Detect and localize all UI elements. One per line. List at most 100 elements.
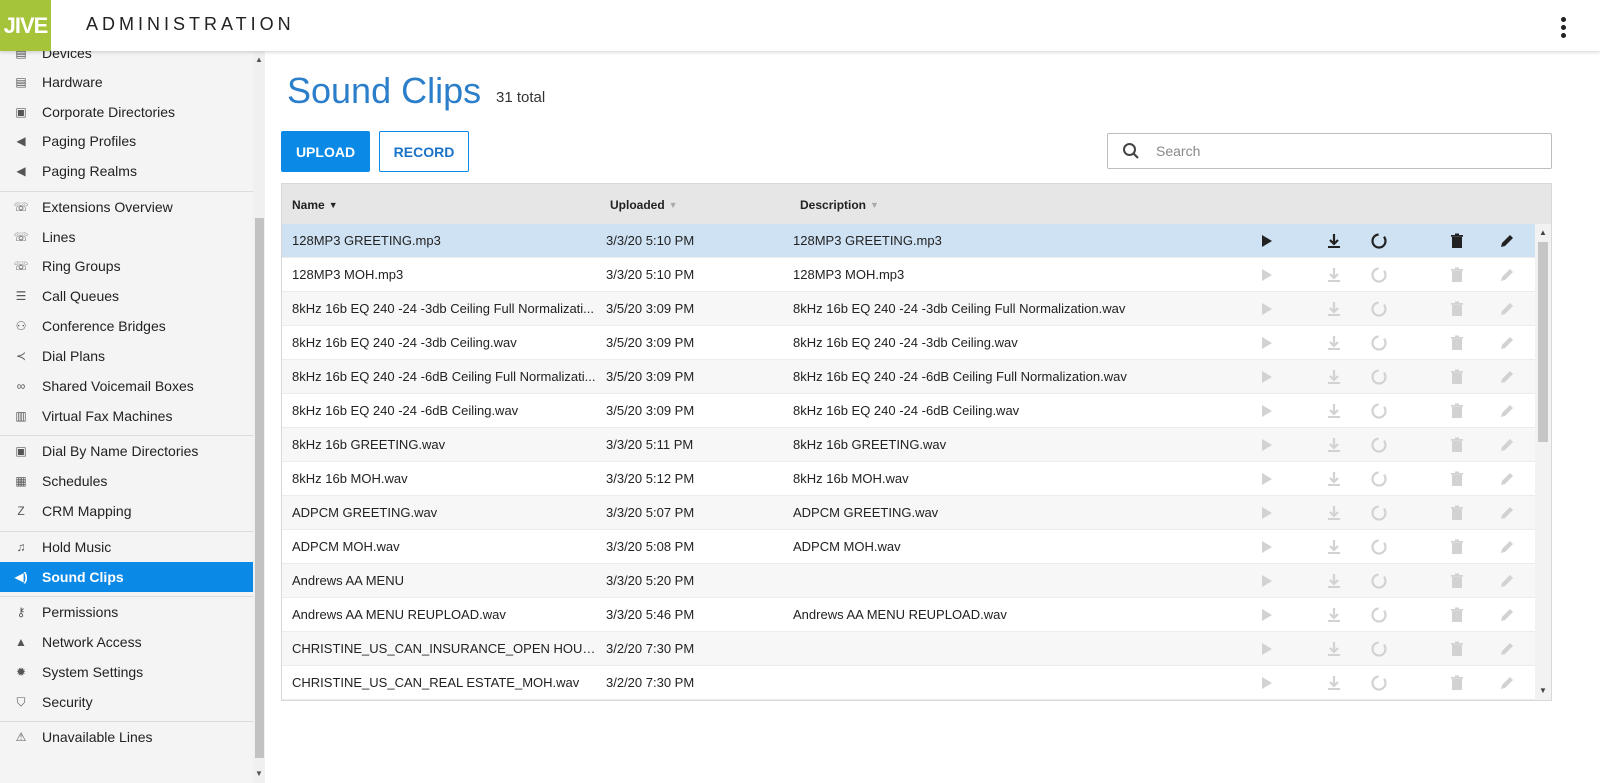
sidebar-scroll-thumb[interactable] (255, 218, 264, 758)
delete-icon[interactable] (1448, 334, 1466, 352)
jive-logo[interactable]: JIVE (0, 0, 51, 51)
upload-button[interactable]: UPLOAD (281, 131, 370, 172)
table-row[interactable]: ADPCM GREETING.wav 3/3/20 5:07 PM ADPCM GR… (282, 496, 1535, 530)
sidebar-item-lines[interactable]: ☏ Lines (0, 222, 253, 252)
download-icon[interactable] (1325, 232, 1343, 250)
sidebar-item-unavailable-lines[interactable]: ⚠ Unavailable Lines (0, 722, 253, 752)
replace-icon[interactable] (1370, 640, 1388, 658)
play-icon[interactable] (1257, 572, 1275, 590)
edit-icon[interactable] (1498, 300, 1516, 318)
record-button[interactable]: RECORD (379, 131, 469, 172)
download-icon[interactable] (1325, 300, 1343, 318)
edit-icon[interactable] (1498, 640, 1516, 658)
sidebar-item-devices[interactable]: ▤ Devices (0, 51, 253, 68)
table-row[interactable]: Andrews AA MENU REUPLOAD.wav 3/3/20 5:46 … (282, 598, 1535, 632)
play-icon[interactable] (1257, 504, 1275, 522)
sidebar-item-virtual-fax-machines[interactable]: ▥ Virtual Fax Machines (0, 401, 253, 431)
replace-icon[interactable] (1370, 266, 1388, 284)
edit-icon[interactable] (1498, 368, 1516, 386)
play-icon[interactable] (1257, 300, 1275, 318)
sidebar-item-conference-bridges[interactable]: ⚇ Conference Bridges (0, 311, 253, 341)
replace-icon[interactable] (1370, 606, 1388, 624)
table-scrollbar[interactable]: ▲ ▼ (1535, 224, 1551, 700)
sidebar-item-hold-music[interactable]: ♫ Hold Music (0, 532, 253, 562)
edit-icon[interactable] (1498, 402, 1516, 420)
sidebar-item-extensions-overview[interactable]: ☏ Extensions Overview (0, 192, 253, 222)
replace-icon[interactable] (1370, 334, 1388, 352)
table-row[interactable]: CHRISTINE_US_CAN_REAL ESTATE_MOH.wav 3/2/… (282, 666, 1535, 700)
sidebar-item-hardware[interactable]: ▤ Hardware (0, 67, 253, 97)
table-row[interactable]: 128MP3 MOH.mp3 3/3/20 5:10 PM 128MP3 MOH.m… (282, 258, 1535, 292)
sidebar-item-security[interactable]: ⛉ Security (0, 687, 253, 717)
scroll-up-icon[interactable]: ▲ (1539, 228, 1547, 237)
table-row[interactable]: CHRISTINE_US_CAN_INSURANCE_OPEN HOUR... 3… (282, 632, 1535, 666)
sidebar-scrollbar[interactable]: ▲ ▼ (253, 51, 265, 783)
scroll-up-icon[interactable]: ▲ (255, 55, 263, 64)
delete-icon[interactable] (1448, 470, 1466, 488)
edit-icon[interactable] (1498, 538, 1516, 556)
download-icon[interactable] (1325, 266, 1343, 284)
play-icon[interactable] (1257, 640, 1275, 658)
delete-icon[interactable] (1448, 504, 1466, 522)
sidebar-item-dial-by-name-directories[interactable]: ▣ Dial By Name Directories (0, 436, 253, 466)
edit-icon[interactable] (1498, 232, 1516, 250)
play-icon[interactable] (1257, 606, 1275, 624)
replace-icon[interactable] (1370, 436, 1388, 454)
play-icon[interactable] (1257, 436, 1275, 454)
delete-icon[interactable] (1448, 572, 1466, 590)
download-icon[interactable] (1325, 470, 1343, 488)
download-icon[interactable] (1325, 538, 1343, 556)
table-row[interactable]: 8kHz 16b EQ 240 -24 -6dB Ceiling Full No… (282, 360, 1535, 394)
edit-icon[interactable] (1498, 606, 1516, 624)
column-header-uploaded[interactable]: Uploaded ▼ (610, 198, 678, 212)
table-row[interactable]: 8kHz 16b EQ 240 -24 -3db Ceiling.wav 3/5/… (282, 326, 1535, 360)
download-icon[interactable] (1325, 436, 1343, 454)
sidebar-item-crm-mapping[interactable]: Z CRM Mapping (0, 496, 253, 526)
sidebar-item-system-settings[interactable]: ✹ System Settings (0, 657, 253, 687)
replace-icon[interactable] (1370, 674, 1388, 692)
table-scroll-thumb[interactable] (1538, 242, 1548, 442)
delete-icon[interactable] (1448, 300, 1466, 318)
download-icon[interactable] (1325, 368, 1343, 386)
delete-icon[interactable] (1448, 674, 1466, 692)
replace-icon[interactable] (1370, 232, 1388, 250)
sidebar-item-ring-groups[interactable]: ☏ Ring Groups (0, 251, 253, 281)
play-icon[interactable] (1257, 470, 1275, 488)
table-row[interactable]: 8kHz 16b MOH.wav 3/3/20 5:12 PM 8kHz 16b M… (282, 462, 1535, 496)
scroll-down-icon[interactable]: ▼ (255, 769, 263, 778)
play-icon[interactable] (1257, 538, 1275, 556)
play-icon[interactable] (1257, 402, 1275, 420)
sidebar-item-corporate-directories[interactable]: ▣ Corporate Directories (0, 97, 253, 127)
download-icon[interactable] (1325, 402, 1343, 420)
download-icon[interactable] (1325, 504, 1343, 522)
table-row[interactable]: 8kHz 16b GREETING.wav 3/3/20 5:11 PM 8kHz … (282, 428, 1535, 462)
table-row[interactable]: 128MP3 GREETING.mp3 3/3/20 5:10 PM 128MP3 … (282, 224, 1535, 258)
sidebar-item-paging-realms[interactable]: ◀ Paging Realms (0, 156, 253, 186)
more-menu-icon[interactable] (1553, 14, 1573, 40)
table-row[interactable]: Andrews AA MENU 3/3/20 5:20 PM (282, 564, 1535, 598)
table-row[interactable]: ADPCM MOH.wav 3/3/20 5:08 PM ADPCM MOH.wav (282, 530, 1535, 564)
sidebar-item-sound-clips[interactable]: ◀) Sound Clips (0, 562, 253, 592)
search-input[interactable] (1154, 142, 1538, 160)
delete-icon[interactable] (1448, 402, 1466, 420)
edit-icon[interactable] (1498, 470, 1516, 488)
edit-icon[interactable] (1498, 266, 1516, 284)
edit-icon[interactable] (1498, 572, 1516, 590)
download-icon[interactable] (1325, 674, 1343, 692)
delete-icon[interactable] (1448, 232, 1466, 250)
column-header-description[interactable]: Description ▼ (800, 198, 879, 212)
delete-icon[interactable] (1448, 266, 1466, 284)
edit-icon[interactable] (1498, 334, 1516, 352)
replace-icon[interactable] (1370, 572, 1388, 590)
play-icon[interactable] (1257, 232, 1275, 250)
delete-icon[interactable] (1448, 436, 1466, 454)
delete-icon[interactable] (1448, 606, 1466, 624)
sidebar-item-schedules[interactable]: ▦ Schedules (0, 466, 253, 496)
replace-icon[interactable] (1370, 538, 1388, 556)
search-box[interactable] (1107, 133, 1552, 169)
download-icon[interactable] (1325, 606, 1343, 624)
replace-icon[interactable] (1370, 504, 1388, 522)
sidebar-item-permissions[interactable]: ⚷ Permissions (0, 597, 253, 627)
delete-icon[interactable] (1448, 538, 1466, 556)
download-icon[interactable] (1325, 640, 1343, 658)
